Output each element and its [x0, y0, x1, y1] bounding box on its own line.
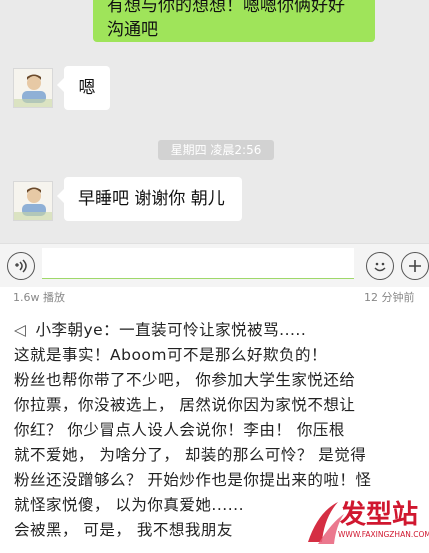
watermark-logo: 发型站 WWW.FAXINGZHAN.COM — [300, 488, 429, 549]
watermark-url: WWW.FAXINGZHAN.COM — [338, 530, 429, 539]
timestamp: 星期四 凌晨2:56 — [158, 140, 274, 160]
note-line: 你拉票，你没被选上， 居然说你因为家悦不想让 — [14, 396, 356, 414]
incoming-message-bubble[interactable]: 早睡吧 谢谢你 朝儿 — [57, 177, 242, 221]
play-count: 1.6w 播放 — [13, 291, 65, 304]
note-line: 粉丝也帮你带了不少吧， 你参加大学生家悦还给 — [14, 371, 356, 389]
voice-icon[interactable] — [7, 252, 35, 280]
note-line: ◁ 小李朝ye：一直装可怜让家悦被骂..... — [14, 318, 424, 343]
message-text: 早睡吧 谢谢你 朝儿 — [78, 189, 225, 209]
chat-area: 有想与你的想想！嗯嗯你俩好好 沟通吧 嗯 星期四 凌晨2:56 早睡吧 谢谢你 … — [0, 0, 429, 243]
note-line: 这就是事实！Aboom可不是那么好欺负的！ — [14, 346, 328, 364]
avatar[interactable] — [13, 68, 53, 108]
avatar[interactable] — [13, 181, 53, 221]
message-text: 嗯 — [78, 78, 96, 98]
outgoing-message-bubble[interactable]: 有想与你的想想！嗯嗯你俩好好 沟通吧 — [93, 0, 375, 42]
note-line: 就不爱她， 为啥分了， 却装的那么可怜？ 是觉得 — [14, 446, 367, 464]
outgoing-message-line-1: 有想与你的想想！嗯嗯你俩好好 — [107, 0, 345, 16]
outgoing-message-line-2: 沟通吧 — [107, 20, 158, 40]
post-time: 12 分钟前 — [364, 291, 415, 304]
plus-icon[interactable] — [401, 252, 429, 280]
emoji-icon[interactable] — [366, 252, 394, 280]
note-line: 你红？ 你少冒点人设人会说你！李由！ 你压根 — [14, 421, 345, 439]
input-bar — [0, 243, 429, 287]
watermark-brand: 发型站 — [340, 500, 419, 530]
note-line-text: 小李朝ye：一直装可怜让家悦被骂..... — [35, 321, 307, 339]
speaker-icon: ◁ — [14, 321, 27, 339]
incoming-message-bubble[interactable]: 嗯 — [57, 66, 110, 110]
message-input[interactable] — [42, 248, 354, 279]
